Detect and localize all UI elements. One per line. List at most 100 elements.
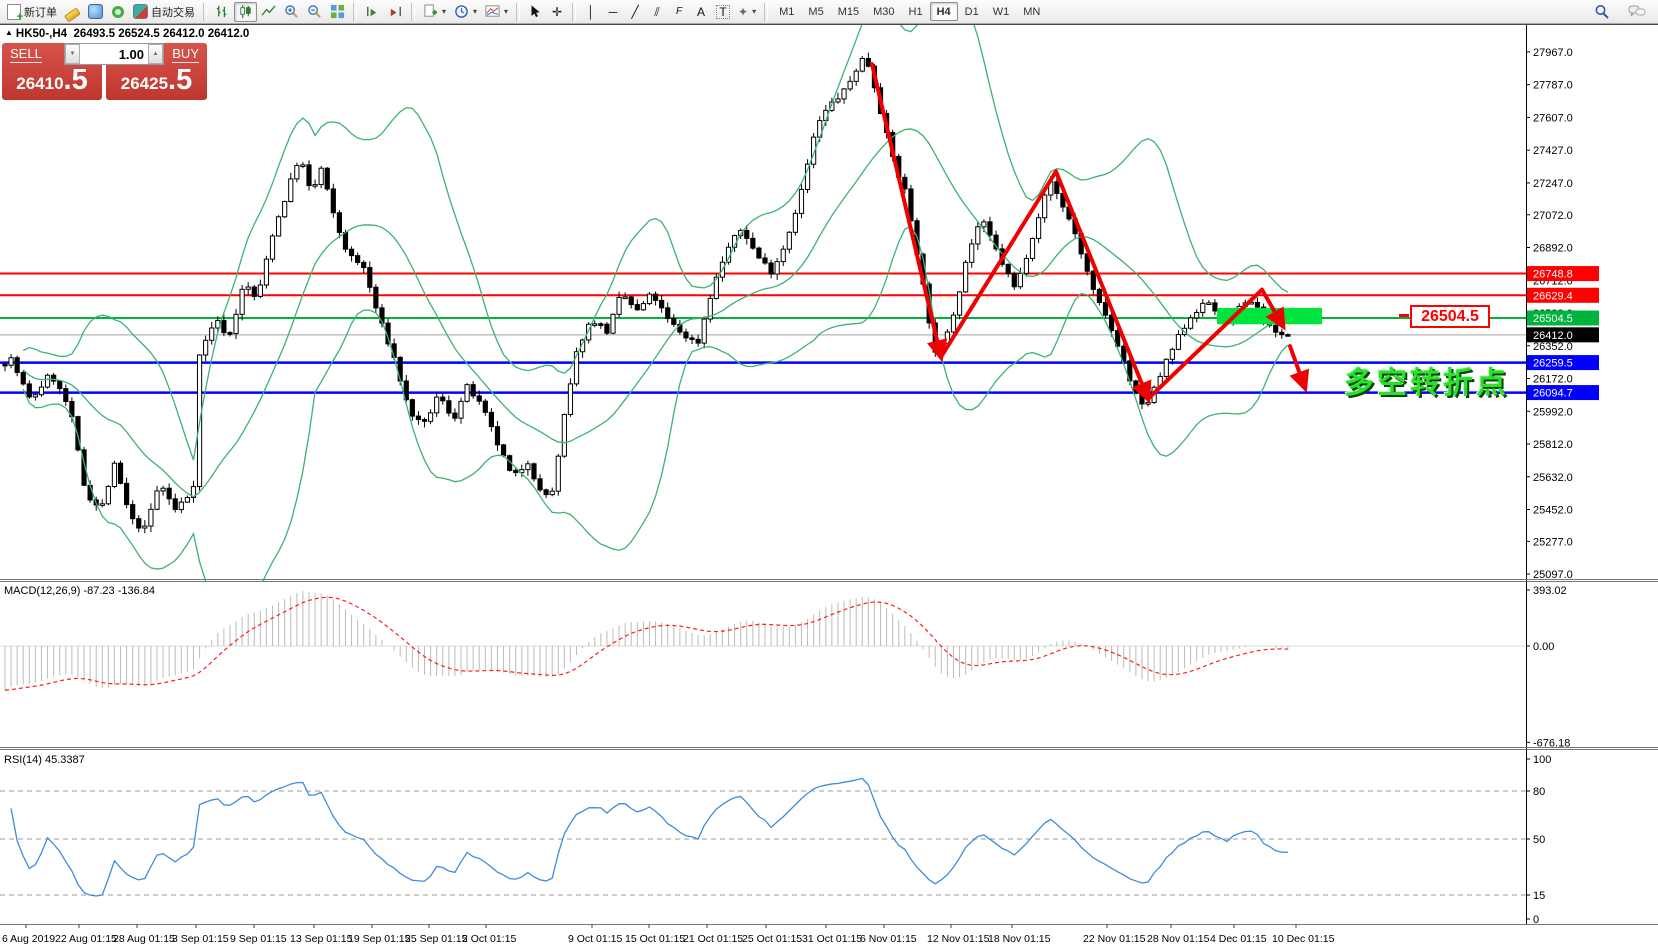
symbol-info: ▲HK50-,H4 26493.5 26524.5 26412.0 26412.… bbox=[5, 28, 249, 40]
buy-label: BUY bbox=[172, 46, 199, 63]
chart-window[interactable]: 27967.027787.027607.027427.027247.027072… bbox=[0, 24, 1658, 947]
candle bbox=[970, 244, 974, 262]
label-tool-icon: T bbox=[716, 5, 729, 19]
candle bbox=[1195, 312, 1199, 317]
community-button[interactable] bbox=[84, 2, 107, 22]
candle bbox=[39, 387, 43, 395]
crosshair-tool-button[interactable]: ✛ bbox=[546, 2, 568, 22]
price-tick-label: 27072.0 bbox=[1533, 210, 1573, 222]
zoom-in-icon bbox=[284, 4, 299, 19]
volume-increase-button[interactable]: ▲ bbox=[148, 44, 163, 64]
fibonacci-icon: F bbox=[676, 7, 682, 17]
candle bbox=[3, 364, 7, 366]
price-callout-annotation[interactable]: 26504.5 bbox=[1410, 305, 1490, 328]
candle bbox=[1207, 303, 1211, 305]
candle bbox=[611, 314, 615, 333]
main-chart-svg[interactable]: 27967.027787.027607.027427.027247.027072… bbox=[0, 25, 1658, 947]
time-tick-label: 9 Oct 01:15 bbox=[568, 933, 622, 945]
fibonacci-tool-button[interactable]: F bbox=[668, 2, 690, 22]
chart-shift-button[interactable] bbox=[384, 2, 407, 22]
candle bbox=[866, 58, 870, 66]
price-tick-label: 27247.0 bbox=[1533, 178, 1573, 190]
candle bbox=[514, 470, 518, 472]
candle bbox=[562, 414, 566, 456]
bar-chart-mode-button[interactable] bbox=[211, 2, 234, 22]
signals-button[interactable] bbox=[107, 2, 129, 22]
time-tick-label: 3 Sep 01:15 bbox=[172, 933, 229, 945]
chat-button[interactable] bbox=[1624, 2, 1650, 22]
templates-icon bbox=[423, 4, 438, 19]
cursor-tool-button[interactable] bbox=[524, 2, 546, 22]
candle bbox=[167, 488, 171, 499]
price-tick-label: 25452.0 bbox=[1533, 504, 1573, 516]
rsi-indicator-label: RSI(14) 45.3387 bbox=[4, 754, 85, 766]
vertical-line-tool-button[interactable]: │ bbox=[580, 2, 602, 22]
candlestick-icon bbox=[238, 4, 253, 19]
timeframe-button-m1[interactable]: M1 bbox=[772, 2, 801, 21]
candle bbox=[672, 319, 676, 325]
candle bbox=[763, 258, 767, 263]
shapes-icon: ✦ bbox=[738, 6, 748, 18]
candle bbox=[356, 256, 360, 263]
auto-trading-button[interactable]: 自动交易 bbox=[129, 2, 199, 22]
label-tool-button[interactable]: T bbox=[712, 2, 734, 22]
timeframe-button-mn[interactable]: MN bbox=[1016, 2, 1047, 21]
tile-windows-icon bbox=[330, 4, 345, 19]
svg-text:26504.5: 26504.5 bbox=[1533, 313, 1573, 325]
timeframe-button-m5[interactable]: M5 bbox=[801, 2, 830, 21]
volume-input[interactable] bbox=[80, 44, 148, 64]
candle bbox=[1043, 195, 1047, 218]
indicators-button[interactable]: ▾ bbox=[481, 2, 512, 22]
horizontal-line-tool-button[interactable]: ─ bbox=[602, 2, 624, 22]
timeframe-button-d1[interactable]: D1 bbox=[958, 2, 986, 21]
macd-tick-label: 0.00 bbox=[1533, 641, 1554, 653]
periods-button[interactable]: ▾ bbox=[450, 2, 481, 22]
timeframe-button-m15[interactable]: M15 bbox=[831, 2, 866, 21]
line-chart-mode-button[interactable] bbox=[257, 2, 280, 22]
search-button[interactable] bbox=[1590, 2, 1614, 22]
price-tick-label: 25277.0 bbox=[1533, 536, 1573, 548]
candlestick-mode-button[interactable] bbox=[234, 2, 257, 22]
shapes-tool-button[interactable]: ✦ ▾ bbox=[734, 2, 760, 22]
tile-windows-button[interactable] bbox=[326, 2, 349, 22]
svg-text:26094.7: 26094.7 bbox=[1533, 388, 1573, 400]
candle bbox=[362, 262, 366, 267]
timeframe-button-m30[interactable]: M30 bbox=[866, 2, 901, 21]
time-tick-label: 6 Aug 2019 bbox=[2, 933, 55, 945]
candle bbox=[1134, 381, 1138, 393]
templates-button[interactable]: ▾ bbox=[419, 2, 450, 22]
candle bbox=[848, 81, 852, 89]
candle bbox=[1006, 264, 1010, 273]
candle bbox=[1055, 182, 1059, 194]
macd-tick-label: -676.18 bbox=[1533, 737, 1570, 749]
candle bbox=[964, 262, 968, 292]
chat-icon bbox=[1628, 4, 1646, 19]
channel-tool-button[interactable]: ⫽ bbox=[646, 2, 668, 22]
candle bbox=[641, 304, 645, 310]
volume-decrease-button[interactable]: ▼ bbox=[65, 44, 80, 64]
text-tool-button[interactable]: A bbox=[690, 2, 712, 22]
charts-profile-button[interactable] bbox=[61, 2, 84, 22]
trendline-tool-button[interactable]: ╱ bbox=[624, 2, 646, 22]
bar-chart-icon bbox=[215, 4, 230, 19]
timeframe-button-h4[interactable]: H4 bbox=[930, 2, 958, 21]
price-tick-label: 25992.0 bbox=[1533, 406, 1573, 418]
auto-scroll-button[interactable] bbox=[361, 2, 384, 22]
zoom-in-button[interactable] bbox=[280, 2, 303, 22]
candle bbox=[435, 397, 439, 413]
trend-note-annotation[interactable]: 多空转折点 bbox=[1344, 358, 1509, 402]
candle bbox=[173, 499, 177, 510]
new-order-button[interactable]: 新订单 bbox=[3, 2, 61, 22]
timeframe-button-h1[interactable]: H1 bbox=[902, 2, 930, 21]
candle bbox=[757, 248, 761, 258]
timeframe-button-w1[interactable]: W1 bbox=[986, 2, 1017, 21]
zoom-out-button[interactable] bbox=[303, 2, 326, 22]
candle bbox=[483, 401, 487, 412]
time-tick-label: 15 Oct 01:15 bbox=[625, 933, 685, 945]
candle bbox=[131, 505, 135, 519]
candle bbox=[982, 222, 986, 227]
candle bbox=[270, 236, 274, 259]
candle bbox=[593, 324, 597, 326]
time-tick-label: 22 Aug 01:15 bbox=[55, 933, 117, 945]
candle bbox=[118, 463, 122, 483]
